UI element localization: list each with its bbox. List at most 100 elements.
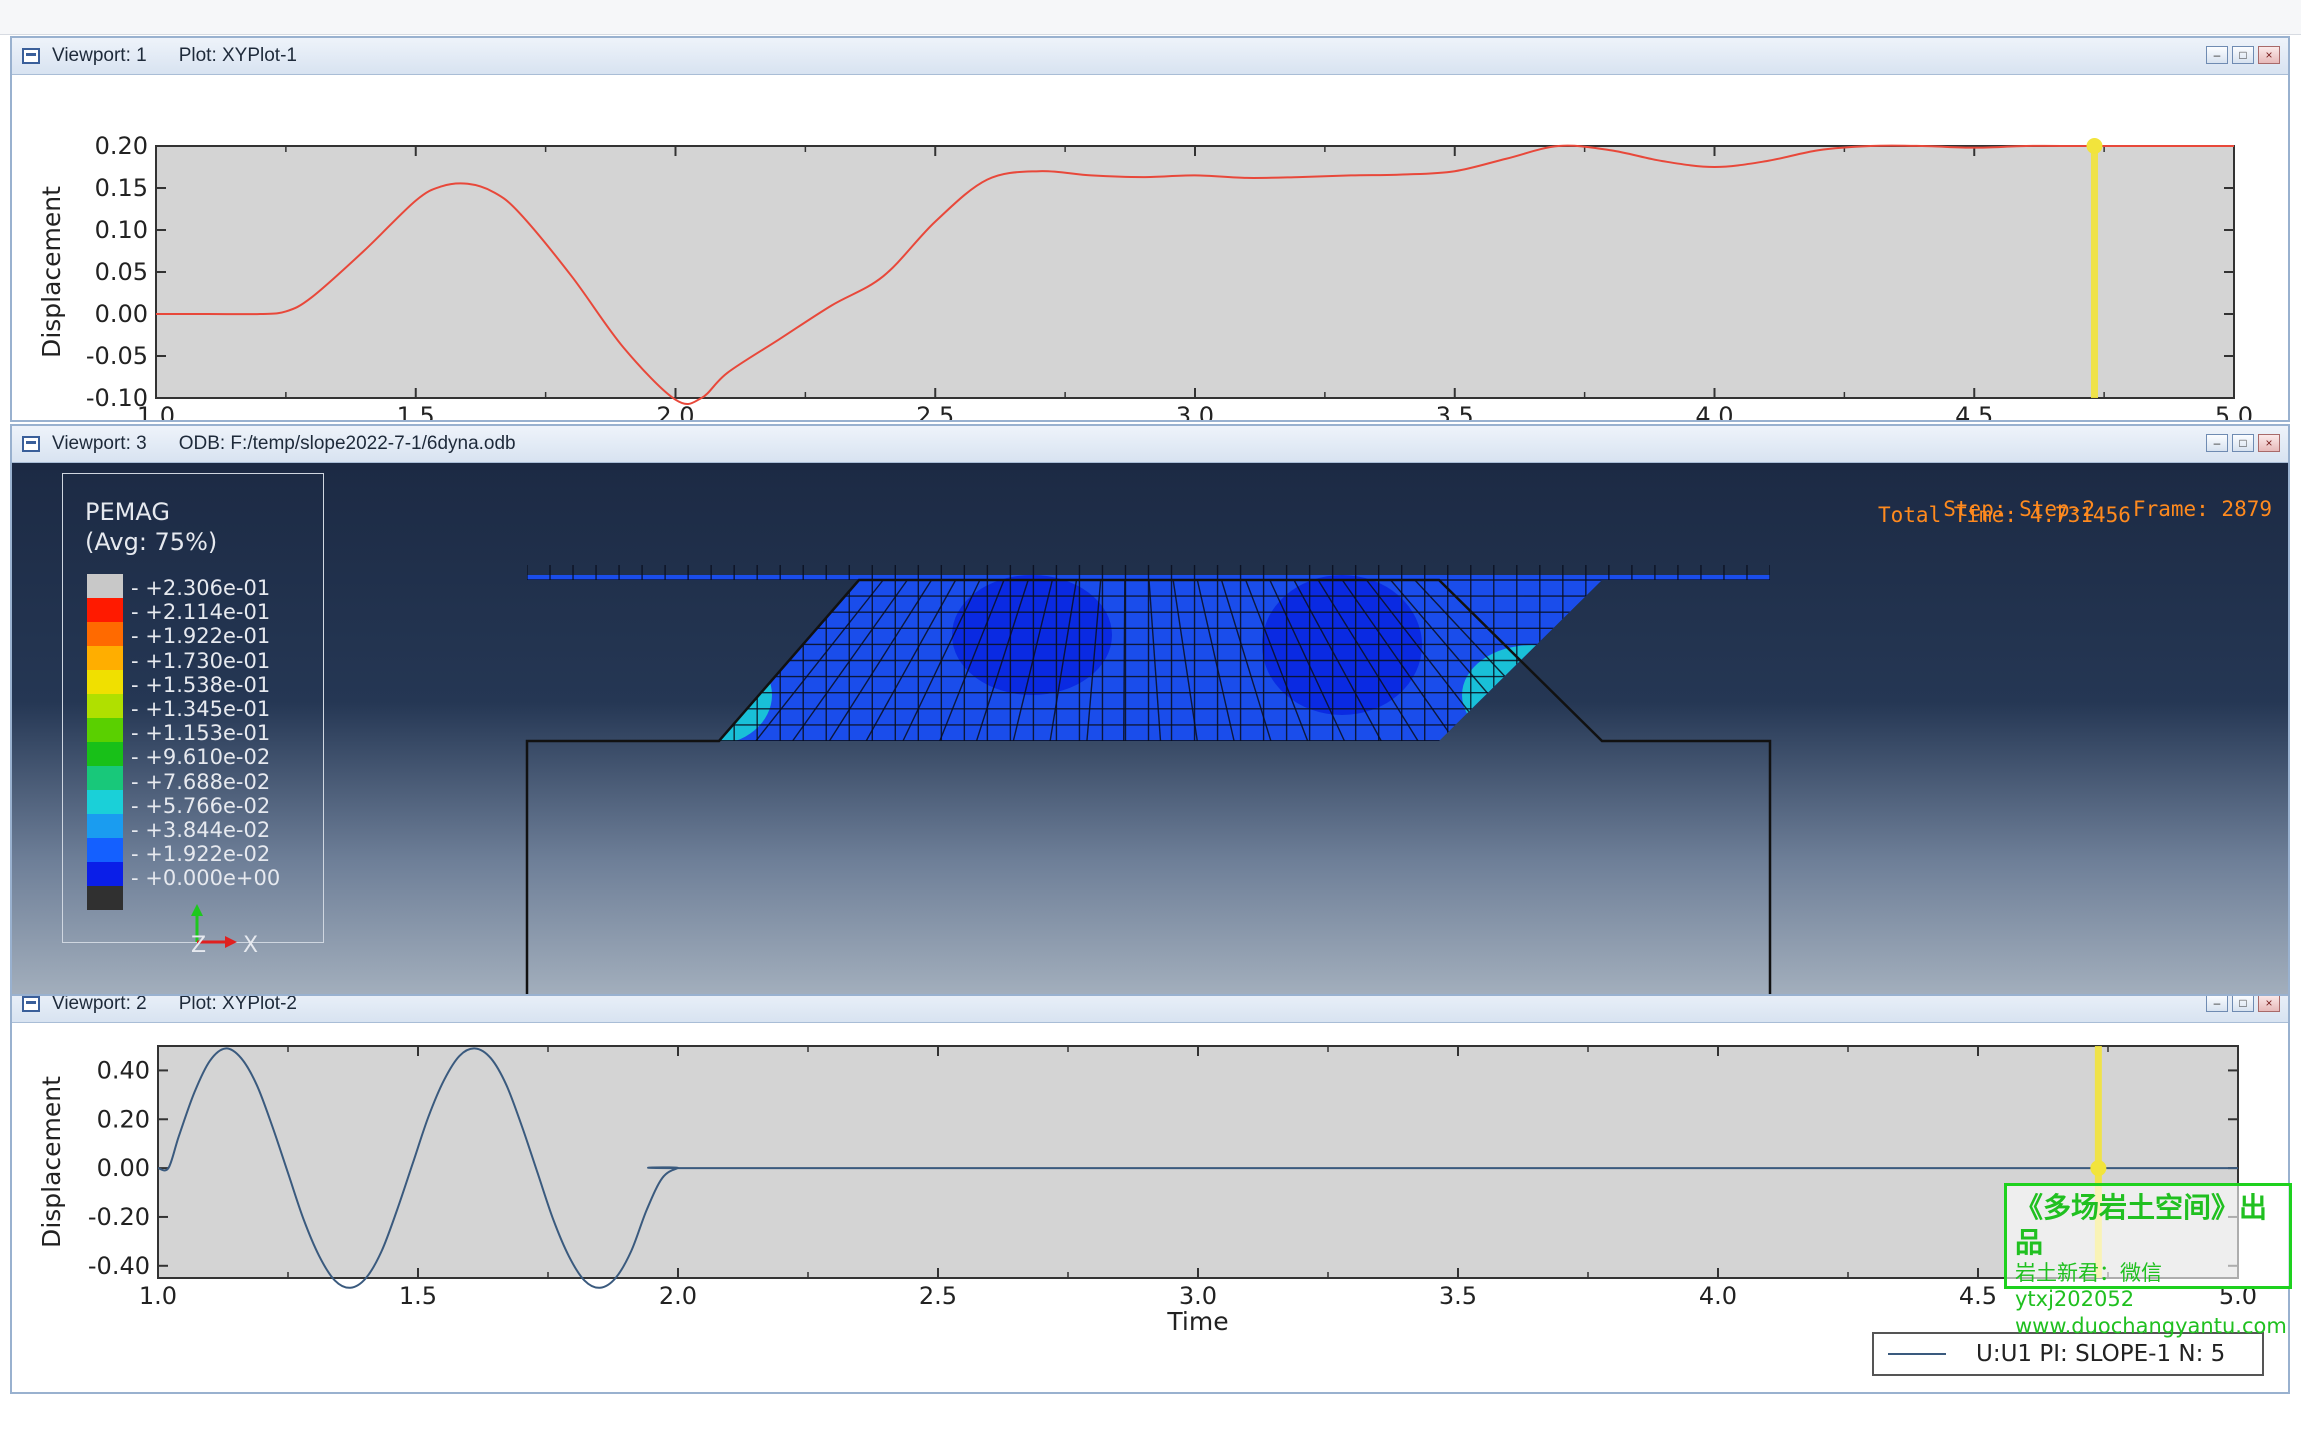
minimize-icon[interactable]: – <box>2206 46 2228 64</box>
time-marker-dot <box>2086 138 2103 154</box>
x-tick-label: 2.5 <box>919 1282 957 1310</box>
contour-legend: PEMAG (Avg: 75%) - +2.306e-01- +2.114e-0… <box>62 473 324 958</box>
x-tick-label: 5.0 <box>2215 402 2253 420</box>
legend-color-swatch <box>87 862 123 886</box>
y-tick-label: 0.20 <box>95 132 148 160</box>
window-controls: – □ × <box>2206 434 2280 452</box>
viewport-3-titlebar[interactable]: Viewport: 3 ODB: F:/temp/slope2022-7-1/6… <box>12 426 2288 463</box>
plot-area <box>157 1045 2239 1279</box>
viewport-3[interactable]: Viewport: 3 ODB: F:/temp/slope2022-7-1/6… <box>10 424 2290 996</box>
viewport-1-subtitle: Plot: XYPlot-1 <box>178 45 297 66</box>
triad-x-label: X <box>243 933 258 958</box>
y-tick-label: -0.20 <box>88 1203 150 1231</box>
x-tick-label: 2.5 <box>916 402 954 420</box>
top-toolbar-strip <box>0 0 2301 35</box>
x-tick-label: 4.5 <box>1955 402 1993 420</box>
legend-value: - +1.345e-01 <box>131 696 271 721</box>
minimize-icon[interactable]: – <box>2206 434 2228 452</box>
legend-value: - +1.730e-01 <box>131 648 271 673</box>
legend-color-swatch <box>87 646 123 670</box>
time-marker-dot <box>2090 1160 2107 1177</box>
legend-color-swatch <box>87 694 123 718</box>
maximize-icon[interactable]: □ <box>2232 46 2254 64</box>
legend-color-swatch <box>87 814 123 838</box>
legend-value: - +5.766e-02 <box>131 793 271 818</box>
legend-line-sample <box>1888 1353 1946 1355</box>
legend-color-swatch <box>87 838 123 862</box>
legend-color-swatch <box>87 670 123 694</box>
legend-avg: (Avg: 75%) <box>85 528 218 556</box>
viewport-1[interactable]: Viewport: 1 Plot: XYPlot-1 – □ × 1.0 1.5 2… <box>10 36 2290 422</box>
legend-values: - +2.306e-01- +2.114e-01- +1.922e-01- +1… <box>131 576 280 890</box>
contour-regions <box>527 575 1770 741</box>
x-tick-label: 4.5 <box>1959 1282 1997 1310</box>
legend-color-swatch <box>87 790 123 814</box>
legend-value: - +1.922e-02 <box>131 842 271 867</box>
legend-label: U:U1 PI: SLOPE-1 N: 5 <box>1976 1341 2226 1367</box>
legend-color-swatch <box>87 742 123 766</box>
close-icon[interactable]: × <box>2258 46 2280 64</box>
legend-color-swatch <box>87 574 123 598</box>
y-tick-label: -0.40 <box>88 1252 150 1280</box>
viewport-2[interactable]: Viewport: 2 Plot: XYPlot-2 – □ × 1.0 1.5 2… <box>10 984 2290 1394</box>
xyplot-1[interactable]: 1.0 1.5 2.0 2.5 3.0 3.5 4.0 4.5 5.00.200.150.100… <box>12 76 2288 420</box>
legend-title: PEMAG <box>85 498 170 526</box>
viewport-icon <box>22 436 40 452</box>
x-tick-label: 3.5 <box>1436 402 1474 420</box>
frame-label: Frame: 2879 <box>2132 497 2272 521</box>
y-tick-label: 0.15 <box>95 174 148 202</box>
legend-value: - +2.114e-01 <box>131 600 271 625</box>
legend-color-swatch <box>87 598 123 622</box>
legend-color-swatch <box>87 622 123 646</box>
maximize-icon[interactable]: □ <box>2232 994 2254 1012</box>
x-tick-label: 3.5 <box>1439 1282 1477 1310</box>
minimize-icon[interactable]: – <box>2206 994 2228 1012</box>
y-axis-label: Displacement <box>37 186 66 358</box>
legend-value: - +7.688e-02 <box>131 769 271 794</box>
y-tick-label: 0.05 <box>95 258 148 286</box>
viewport-3-name: Viewport: 3 <box>52 433 147 454</box>
viewport-icon <box>22 996 40 1012</box>
viewport-icon <box>22 48 40 64</box>
legend-value: - +1.538e-01 <box>131 672 271 697</box>
legend-value: - +0.000e+00 <box>131 866 281 891</box>
watermark-stamp: 《多场岩土空间》出品 岩土新君：微信 ytxj202052 www.duocha… <box>2004 1183 2292 1338</box>
x-tick-label: 4.0 <box>1699 1282 1737 1310</box>
viewport-1-titlebar[interactable]: Viewport: 1 Plot: XYPlot-1 – □ × <box>12 38 2288 75</box>
x-tick-label: 4.0 <box>1695 402 1733 420</box>
axis-triad: Z X <box>191 904 258 958</box>
y-tick-label: -0.10 <box>86 384 148 412</box>
x-tick-label: 1.5 <box>397 402 435 420</box>
legend-color-bar <box>87 574 123 910</box>
legend-value: - +2.306e-01 <box>131 576 271 600</box>
y-axis-label: Displacement <box>37 1076 66 1248</box>
x-tick-label: 3.0 <box>1179 1282 1217 1310</box>
y-tick-label: 0.00 <box>97 1154 150 1182</box>
x-tick-label: 3.0 <box>1176 402 1214 420</box>
x-tick-label: 1.5 <box>399 1282 437 1310</box>
total-time-label: Total Time: 4.731456 <box>1878 503 2131 527</box>
y-tick-label: 0.10 <box>95 216 148 244</box>
viewport-3-subtitle: ODB: F:/temp/slope2022-7-1/6dyna.odb <box>178 433 516 454</box>
maximize-icon[interactable]: □ <box>2232 434 2254 452</box>
y-tick-label: 0.40 <box>97 1056 150 1084</box>
xyplot-2[interactable]: 1.0 1.5 2.0 2.5 3.0 3.5 4.0 4.5 5.00.400.200.00-… <box>12 1012 2288 1382</box>
window-controls: – □ × <box>2206 994 2280 1012</box>
legend-value: - +1.153e-01 <box>131 721 271 746</box>
legend-color-swatch <box>87 718 123 742</box>
legend-color-swatch <box>87 886 123 910</box>
close-icon[interactable]: × <box>2258 434 2280 452</box>
y-tick-label: -0.05 <box>86 342 148 370</box>
model-canvas[interactable]: PEMAG (Avg: 75%) - +2.306e-01- +2.114e-0… <box>12 463 2288 994</box>
y-tick-label: 0.00 <box>95 300 148 328</box>
triad-z-label: Z <box>191 933 206 958</box>
viewport-1-name: Viewport: 1 <box>52 45 147 66</box>
close-icon[interactable]: × <box>2258 994 2280 1012</box>
legend-color-swatch <box>87 766 123 790</box>
window-controls: – □ × <box>2206 46 2280 64</box>
y-tick-label: 0.20 <box>97 1105 150 1133</box>
x-axis-label: Time <box>1166 1307 1228 1336</box>
x-tick-label: 2.0 <box>659 1282 697 1310</box>
legend-value: - +1.922e-01 <box>131 624 271 649</box>
legend-value: - +9.610e-02 <box>131 745 271 770</box>
